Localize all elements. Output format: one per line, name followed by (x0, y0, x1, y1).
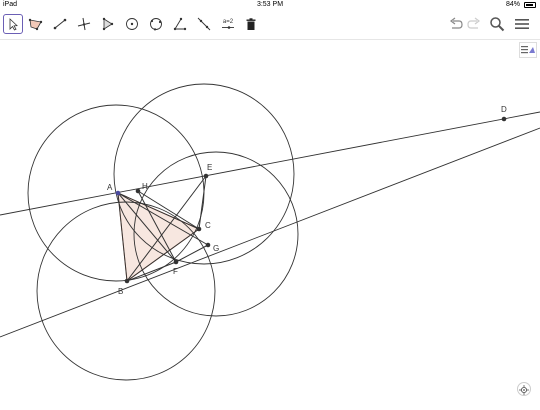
move-tool-icon (9, 18, 18, 31)
redo-icon (467, 17, 480, 29)
triangle-abc[interactable] (117, 192, 200, 282)
point-label-a: A (107, 183, 113, 192)
point-h[interactable] (135, 188, 141, 194)
point-label-e: E (207, 163, 212, 172)
crosshair-icon (519, 385, 529, 395)
line-tool-icon (197, 17, 211, 31)
circle-three-points-tool-button[interactable] (146, 14, 166, 34)
toolbar: a=2 (0, 11, 540, 40)
segment-fg[interactable] (175, 244, 209, 263)
standard-view-button[interactable] (517, 382, 531, 396)
angle-tool-icon (173, 17, 187, 31)
reflect-tool-icon (102, 17, 114, 31)
line-bd[interactable] (0, 127, 540, 338)
point-label-h: H (142, 182, 148, 191)
circle-three-points-tool-icon (150, 18, 162, 31)
graphics-view[interactable]: A B C D E F G H (0, 40, 540, 405)
construction-canvas[interactable]: A B C D E F G H (0, 40, 540, 405)
point-d[interactable] (501, 116, 507, 122)
menu-button[interactable] (512, 14, 532, 34)
point-e[interactable] (203, 173, 209, 179)
battery-percent: 84% (505, 1, 520, 8)
point-f[interactable] (173, 259, 179, 265)
point-b[interactable] (124, 278, 130, 284)
menu-icon (515, 19, 529, 29)
polygon-tool-icon (28, 18, 43, 31)
status-bar: iPad 3:53 PM 84% (0, 0, 540, 11)
slider-tool-button[interactable]: a=2 (218, 14, 238, 34)
status-time: 3:53 PM (256, 1, 284, 8)
point-label-f: F (173, 267, 178, 276)
circle-center-tool-button[interactable] (122, 14, 142, 34)
undo-button[interactable] (446, 14, 466, 34)
point-label-b: B (118, 287, 123, 296)
undo-icon (450, 17, 463, 29)
point-g[interactable] (205, 242, 211, 248)
perpendicular-line-tool-button[interactable] (74, 14, 94, 34)
line-tool-button[interactable] (194, 14, 214, 34)
segment-tool-button[interactable] (50, 14, 70, 34)
line-ad[interactable] (0, 111, 540, 216)
perpendicular-line-tool-icon (77, 17, 91, 31)
segment-tool-icon (53, 18, 67, 30)
polygon-tool-button[interactable] (26, 14, 46, 34)
point-c[interactable] (196, 226, 202, 232)
redo-button[interactable] (464, 14, 484, 34)
point-label-g: G (213, 244, 219, 253)
point-a[interactable] (115, 190, 121, 196)
move-tool-button[interactable] (3, 14, 23, 34)
angle-tool-button[interactable] (170, 14, 190, 34)
slider-tool-icon: a=2 (221, 19, 235, 30)
reflect-tool-button[interactable] (98, 14, 118, 34)
search-button[interactable] (487, 14, 507, 34)
delete-tool-button[interactable] (241, 14, 261, 34)
point-label-d: D (501, 105, 507, 114)
delete-tool-icon (246, 17, 256, 30)
point-label-c: C (205, 221, 211, 230)
search-icon (490, 17, 505, 32)
battery-icon (524, 2, 536, 8)
circle-center-point-tool-icon (126, 18, 138, 30)
